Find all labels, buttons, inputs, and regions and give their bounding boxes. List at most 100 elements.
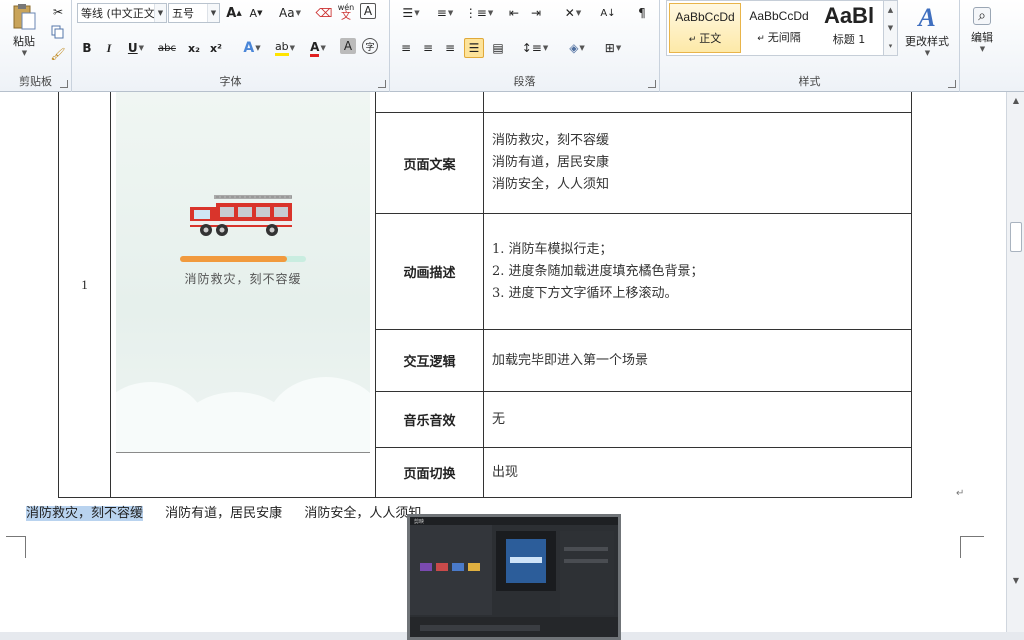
row-label-animation[interactable]: 动画描述 — [375, 213, 484, 330]
copy-line: 消防救灾，刻不容缓 — [492, 133, 610, 148]
end-of-row-mark: ↵ — [956, 488, 965, 499]
chevron-up-icon[interactable]: ▲ — [888, 6, 893, 14]
align-right-button[interactable]: ≡ — [440, 38, 460, 58]
char-shading-icon: A — [343, 39, 353, 53]
change-styles-label: 更改样式 — [905, 35, 949, 48]
char-border-icon: A — [363, 4, 373, 18]
multilevel-list-button[interactable]: ⋮≡ ▼ — [464, 3, 494, 23]
justify-button[interactable]: ☰ — [464, 38, 484, 58]
style-no-spacing[interactable]: AaBbCcDd ↵ 无间隔 — [743, 3, 815, 53]
selected-text[interactable]: 消防救灾，刻不容缓 — [26, 506, 144, 521]
row-value-interaction[interactable]: 加载完毕即进入第一个场景 — [483, 329, 912, 392]
crop-mark — [960, 536, 984, 558]
clear-format-button[interactable]: ⌫ — [314, 3, 334, 23]
subscript-button[interactable]: x₂ — [184, 38, 204, 58]
row-value-copy[interactable]: 消防救灾，刻不容缓 消防有道，居民安康 消防安全，人人须知 — [483, 112, 912, 214]
chevron-down-icon[interactable]: ▼ — [888, 24, 893, 32]
loading-progress-bar — [180, 256, 306, 262]
scroll-thumb[interactable] — [1010, 222, 1022, 252]
line-spacing-button[interactable]: ↕≡ ▼ — [520, 38, 550, 58]
style-heading-1[interactable]: AaBl 标题 1 — [813, 3, 885, 53]
chevron-down-icon[interactable]: ▼ — [1010, 576, 1022, 588]
chinese-layout-button[interactable]: ✕ ▼ — [558, 3, 588, 23]
copy-button[interactable] — [48, 22, 68, 42]
style-sample: AaBbCcDd — [675, 10, 735, 24]
chevron-up-icon[interactable]: ▲ — [1010, 96, 1022, 108]
shading-button[interactable]: ◈ ▼ — [562, 38, 592, 58]
highlight-button[interactable]: ab ▼ — [270, 38, 300, 58]
strikethrough-button[interactable]: abc — [154, 38, 180, 58]
editing-button[interactable]: ⌕ 编辑 ▼ — [962, 0, 1002, 60]
dialog-launcher-icon[interactable] — [378, 80, 386, 88]
sort-button[interactable]: A↓ — [598, 3, 618, 23]
styles-group-label: 样式 — [798, 75, 821, 88]
borders-button[interactable]: ⊞ ▼ — [598, 38, 628, 58]
decrease-indent-button[interactable]: ⇤ — [504, 3, 524, 23]
empty-value-cell[interactable] — [483, 92, 912, 113]
cloud-decoration — [266, 377, 370, 452]
body-paragraph[interactable]: 消防救灾，刻不容缓 消防有道，居民安康 消防安全，人人须知 — [26, 502, 439, 521]
text-effects-button[interactable]: A ▼ — [238, 38, 266, 58]
char-border-button[interactable]: A — [360, 3, 376, 19]
grow-font-button[interactable]: A ▲ — [224, 3, 244, 23]
paste-button[interactable]: 粘贴 ▼ — [6, 2, 42, 58]
chevron-down-icon[interactable]: ▼ — [154, 4, 166, 22]
style-normal[interactable]: AaBbCcDd ↵ 正文 — [669, 3, 741, 53]
distribute-button[interactable]: ▤ — [488, 38, 508, 58]
superscript-button[interactable]: x² — [206, 38, 226, 58]
style-name: ↵ 无间隔 — [757, 31, 801, 44]
font-size-value: 五号 — [172, 7, 194, 20]
chevron-down-icon[interactable]: ▼ — [207, 4, 219, 22]
shrink-font-button[interactable]: A ▼ — [246, 3, 266, 23]
body-text[interactable]: 消防安全，人人须知 — [304, 506, 421, 521]
style-sample: AaBbCcDd — [749, 9, 809, 23]
dialog-launcher-icon[interactable] — [948, 80, 956, 88]
align-center-button[interactable]: ≡ — [418, 38, 438, 58]
row-label-transition[interactable]: 页面切换 — [375, 447, 484, 498]
font-color-button[interactable]: A ▼ — [304, 38, 332, 58]
enclose-char-button[interactable]: 字 — [362, 38, 378, 54]
row-number-cell[interactable]: 1 — [58, 92, 111, 498]
char-shading-button[interactable]: A — [340, 38, 356, 54]
image-cell[interactable]: 消防救灾，刻不容缓 — [110, 92, 376, 498]
vertical-scrollbar[interactable]: ▲ ▼ — [1006, 92, 1024, 632]
show-marks-button[interactable]: ¶ — [632, 3, 652, 23]
row-label-copy[interactable]: 页面文案 — [375, 112, 484, 214]
row-value-audio[interactable]: 无 — [483, 391, 912, 448]
increase-indent-button[interactable]: ⇥ — [526, 3, 546, 23]
bullets-button[interactable]: ☰ ▼ — [396, 3, 426, 23]
body-text[interactable]: 消防有道，居民安康 — [165, 506, 282, 521]
empty-label-cell[interactable] — [375, 92, 484, 113]
underline-button[interactable]: U ▼ — [121, 38, 151, 58]
numbering-button[interactable]: ≡ ▼ — [430, 3, 460, 23]
style-name: 标题 1 — [832, 33, 866, 46]
italic-button[interactable]: I — [99, 38, 119, 58]
pinyin-button[interactable]: wén 文 — [336, 3, 356, 23]
taskbar-preview-window[interactable]: 剪映 — [407, 514, 621, 640]
scissors-icon: ✂ — [52, 5, 64, 19]
change-styles-button[interactable]: A 更改样式 ▼ — [900, 0, 954, 60]
shrink-font-icon: A — [249, 6, 258, 20]
crop-mark — [6, 536, 26, 558]
video-editor-preview: 剪映 — [410, 517, 618, 637]
bold-button[interactable]: B — [77, 38, 97, 58]
dialog-launcher-icon[interactable] — [60, 80, 68, 88]
cut-button[interactable]: ✂ — [48, 2, 68, 22]
style-name: ↵ 正文 — [688, 32, 722, 45]
clipboard-icon — [13, 4, 36, 30]
gallery-scroll[interactable]: ▲ ▼ ▾ — [883, 1, 897, 55]
borders-icon: ⊞ — [604, 41, 615, 55]
row-label-audio[interactable]: 音乐音效 — [375, 391, 484, 448]
font-name-combo[interactable]: 等线 (中文正文 ▼ — [77, 3, 167, 23]
format-painter-button[interactable]: 🖌 — [48, 44, 68, 64]
change-case-button[interactable]: Aa ▼ — [276, 3, 304, 23]
dialog-launcher-icon[interactable] — [648, 80, 656, 88]
row-value-transition[interactable]: 出现 — [483, 447, 912, 498]
superscript-icon: x² — [210, 41, 222, 55]
more-icon[interactable]: ▾ — [889, 42, 893, 50]
row-label-interaction[interactable]: 交互逻辑 — [375, 329, 484, 392]
font-size-combo[interactable]: 五号 ▼ — [168, 3, 220, 23]
align-left-button[interactable]: ≡ — [396, 38, 416, 58]
row-value-animation[interactable]: 1. 消防车模拟行走； 2. 进度条随加载进度填充橘色背景； 3. 进度下方文字… — [483, 213, 912, 330]
spec-table: 1 消防救灾，刻不容缓 页面文案 消防救灾，刻不容缓 消防有道，居民安康 消防安… — [58, 92, 912, 498]
